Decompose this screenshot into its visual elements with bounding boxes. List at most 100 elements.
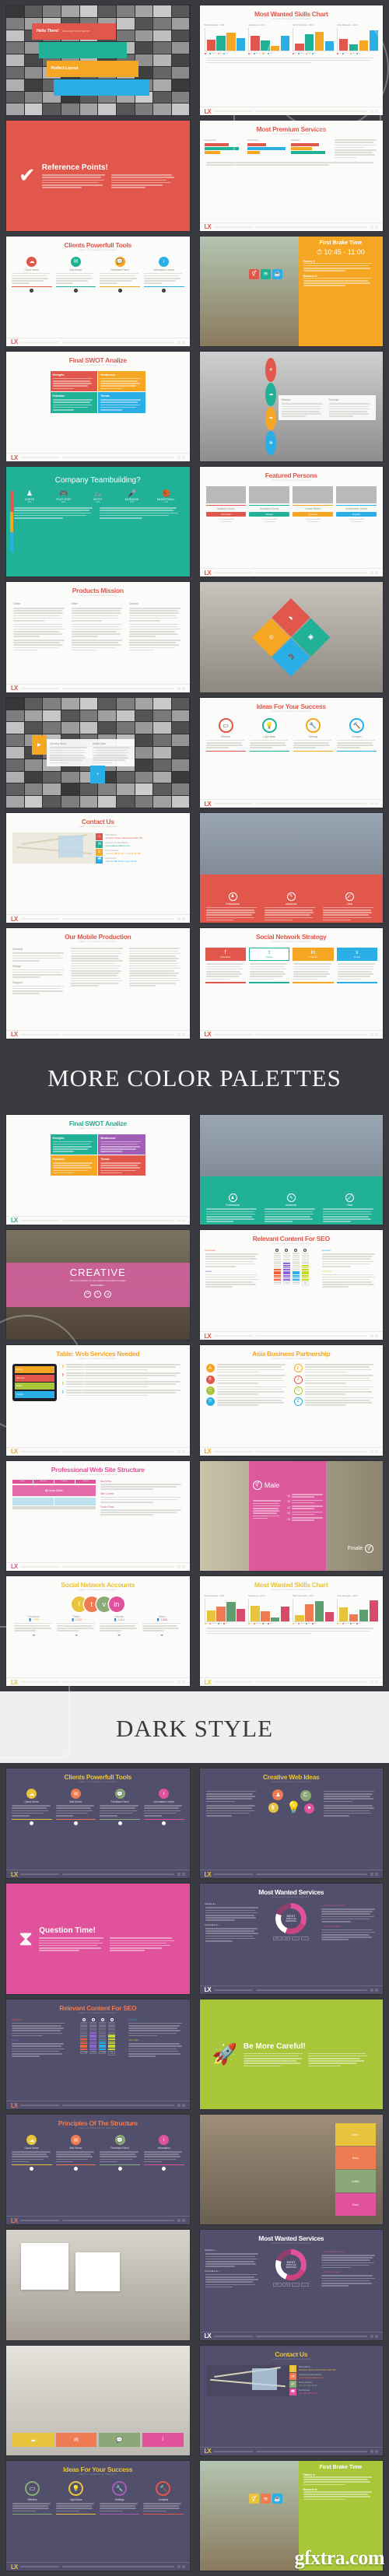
info-icon[interactable]: i xyxy=(142,2432,184,2447)
menu-item[interactable]: Menu xyxy=(335,2123,376,2146)
slide-most-wanted-skills-chart[interactable]: Most Wanted Skills Chart STANDLIX PRESEN… xyxy=(199,5,383,116)
footer-nav-dots[interactable] xyxy=(370,1449,378,1453)
slide-relevant-content-for-seo-dark[interactable]: Relevant Content For SEO STANDLIX PRESEN… xyxy=(6,1999,190,2110)
slide-opening-hours-mosaic[interactable]: Opening Hours What's New ▶ + xyxy=(6,697,190,808)
slide-products-mission[interactable]: Products Mission STANDLIX PRESENTATION T… xyxy=(6,582,190,692)
map[interactable] xyxy=(12,832,96,864)
slide-social-network-strategy[interactable]: Social Network Strategy STANDLIX PRESENT… xyxy=(199,928,383,1039)
ring-item[interactable]: 🔨 Complex xyxy=(143,2480,184,2515)
slide-people-mosaic-cover[interactable]: Hello There! WELCOME TO OUR REPORT Perfe… xyxy=(6,5,190,116)
ring-item[interactable]: ▭ Effective xyxy=(12,2480,53,2515)
slide-diamond-tag-cloud[interactable]: ☁ ▣ ◎ 🎮 xyxy=(199,582,383,692)
check-item[interactable]: ☑ xyxy=(288,1517,324,1521)
slide-male-checklist[interactable]: ⚥ Male ☑ ☑ ☑ ☑ ☑ Fmale ⚥ xyxy=(199,1460,383,1571)
footer-nav-dots[interactable] xyxy=(370,1873,378,1877)
footer-nav-dots[interactable] xyxy=(177,456,185,460)
feature-item[interactable]: i Information Center + xyxy=(143,256,184,293)
slide-most-wanted-skills-chart-alt[interactable]: Most Wanted Skills Chart STANDLIX PRESEN… xyxy=(199,1575,383,1687)
slide-social-network-accounts[interactable]: Social Network Accounts STANDLIX PRESENT… xyxy=(6,1575,190,1687)
linkedin-icon[interactable]: in xyxy=(108,1596,124,1612)
ring-item[interactable]: 🔧 Settings xyxy=(293,717,333,752)
slide-contact-us[interactable]: Contact Us STANDLIX PRESENTATION TEMPLAT… xyxy=(6,813,190,924)
footer-nav-dots[interactable] xyxy=(177,1565,185,1568)
footer-nav-dots[interactable] xyxy=(370,1334,378,1338)
slide-clients-powerfull-tools-dark[interactable]: Clients Powerfull Tools STANDLIX PRESENT… xyxy=(6,1768,190,1879)
slide-most-wanted-services-2[interactable]: Most Wanted Services STANDLIX PRESENTATI… xyxy=(199,2230,383,2340)
map[interactable] xyxy=(205,2364,289,2396)
member-link[interactable]: ✦ @Yourname xyxy=(249,520,289,523)
feature-item[interactable]: 💬 Feedback Panel + xyxy=(100,1789,140,1825)
member-link[interactable]: ✦ @Yourname xyxy=(293,520,333,523)
footer-nav-dots[interactable] xyxy=(370,802,378,806)
slide-final-swot-analize-alt[interactable]: Final SWOT Analize STANDLIX PRESENTATION… xyxy=(6,1114,190,1225)
member-link[interactable]: ✦ @Yourname xyxy=(206,520,247,523)
social-card[interactable]: v Vimeo xyxy=(336,948,377,983)
footer-nav-dots[interactable] xyxy=(177,1218,185,1222)
footer-nav-dots[interactable] xyxy=(177,340,185,344)
nav-item[interactable]: Home xyxy=(12,1479,33,1484)
account-action-icon[interactable]: ➦ xyxy=(142,1633,182,1637)
slide-professional-web-site-structure[interactable]: Professional Web Site Structure STANDLIX… xyxy=(6,1460,190,1571)
feature-item[interactable]: 💬 Feedback Panel + xyxy=(100,256,140,293)
footer-nav-dots[interactable] xyxy=(177,1449,185,1453)
slide-be-more-careful[interactable]: 🚀 Be More Careful! xyxy=(199,1999,383,2110)
footer-nav-dots[interactable] xyxy=(370,110,378,114)
feature-item[interactable]: ✉ Mail Server + xyxy=(55,256,96,293)
footer-nav-dots[interactable] xyxy=(370,1032,378,1036)
slide-first-brake-time[interactable]: ⚥ ≋ ☕ First Brake Time ⏱ 10:45 - 11:00 Fac… xyxy=(199,236,383,346)
feature-item[interactable]: ☁ Cloud Server + xyxy=(12,1789,52,1825)
slide-table-web-services-needed[interactable]: Table: Web Services Needed STANDLIX PRES… xyxy=(6,1345,190,1456)
feature-item[interactable]: ✉ Mail Server + xyxy=(55,1789,96,1825)
footer-nav-dots[interactable] xyxy=(177,1681,185,1684)
cloud-icon[interactable]: ☁ xyxy=(12,2432,54,2447)
slide-clients-powerfull-tools[interactable]: Clients Powerfull Tools STANDLIX PRESENT… xyxy=(6,236,190,346)
team-member[interactable]: Smathens Zoone Manager ✦ @Yourname1234 ✦ … xyxy=(249,486,290,523)
slide-featured-persons[interactable]: Featured Persons STANDLIX PRESENTATION T… xyxy=(199,467,383,577)
nav-item[interactable]: Products xyxy=(54,1479,75,1484)
feature-item[interactable]: 💬 Feedback Panel + xyxy=(100,2135,140,2171)
footer-nav-dots[interactable] xyxy=(370,571,378,575)
slide-reference-points[interactable]: ✔ Reference Points! xyxy=(6,121,190,231)
check-item[interactable]: ☑ xyxy=(288,1494,324,1498)
footer-nav-dots[interactable] xyxy=(370,1681,378,1684)
check-item[interactable]: ☑ xyxy=(288,1505,324,1509)
slide-creative-web-ideas[interactable]: Creative Web Ideas STANDLIX PRESENTATION… xyxy=(199,1768,383,1879)
footer-nav-dots[interactable] xyxy=(370,2449,378,2453)
nav-item[interactable]: About Us xyxy=(33,1479,54,1484)
check-item[interactable]: ☑ xyxy=(288,1511,324,1515)
account-action-icon[interactable]: ➦ xyxy=(14,1633,54,1637)
slide-contact-us-dark[interactable]: Contact Us STANDLIX PRESENTATION TEMPLAT… xyxy=(199,2345,383,2455)
feature-item[interactable]: i Information Center + xyxy=(143,1789,184,1825)
team-member[interactable]: Matthew Doone Ceo Owner ✦ @Yourname1234 ✦… xyxy=(205,486,247,523)
footer-nav-dots[interactable] xyxy=(177,686,185,690)
hero-cta[interactable]: READ MORE ✦ xyxy=(6,1284,190,1287)
chat-icon[interactable]: 💬 xyxy=(99,2432,140,2447)
slide-our-mobile-production[interactable]: Our Mobile Production STANDLIX PRESENTAT… xyxy=(6,928,190,1039)
feature-item[interactable]: ✉ Mail Server + xyxy=(55,2135,96,2171)
slide-desk-photo-frames[interactable] xyxy=(6,2230,190,2340)
slide-question-time[interactable]: ⧗ Question Time! xyxy=(6,1884,190,1994)
slide-relevant-content-for-seo[interactable]: Relevant Content For SEO STANDLIX PRESEN… xyxy=(199,1229,383,1341)
social-card[interactable]: f Facebook xyxy=(205,948,246,983)
ring-item[interactable]: ▭ Effective xyxy=(205,717,246,752)
nav-item[interactable]: Contact xyxy=(75,1479,96,1484)
footer-nav-dots[interactable] xyxy=(177,1032,185,1036)
slide-ideas-for-your-success[interactable]: Ideas For Your Success STANDLIX PRESENTA… xyxy=(199,697,383,808)
slide-most-premium-services[interactable]: Most Premium Services STANDLIX PRESENTAT… xyxy=(199,121,383,231)
slide-weather-photo-tiles[interactable]: ☀ ☁ ☂ ❄ Weather Forecast xyxy=(199,351,383,462)
footer-nav-dots[interactable] xyxy=(177,1873,185,1877)
slide-quality-levels-photo[interactable]: ♟ Professional ✎ Advanced 🖌 Clear xyxy=(199,813,383,924)
team-member[interactable]: Ivonne Rivers Developer ✦ @Yourname1234 ✦… xyxy=(293,486,334,523)
menu-item[interactable]: Coffee xyxy=(335,2170,376,2192)
check-item[interactable]: ☑ xyxy=(288,1499,324,1503)
feature-item[interactable]: ☁ Cloud Server + xyxy=(12,256,52,293)
slide-creative-cover[interactable]: CREATIVE Welcome to Standlix, the new, M… xyxy=(6,1229,190,1341)
footer-nav-dots[interactable] xyxy=(370,2334,378,2338)
slide-quality-levels-teal[interactable]: ♟ Professional ✎ Advanced 🖌 Clear xyxy=(199,1114,383,1225)
social-card[interactable]: t Twitter xyxy=(248,948,290,983)
team-member[interactable]: Andonnanes Doone Engineer ✦ @Yourname123… xyxy=(336,486,377,523)
ring-item[interactable]: 💡 Light Ideas xyxy=(249,717,289,752)
slide-most-wanted-services[interactable]: Most Wanted Services STANDLIX PRESENTATI… xyxy=(199,1884,383,1994)
ring-item[interactable]: 🔨 Complex xyxy=(336,717,377,752)
menu-item[interactable]: Drink xyxy=(335,2147,376,2169)
